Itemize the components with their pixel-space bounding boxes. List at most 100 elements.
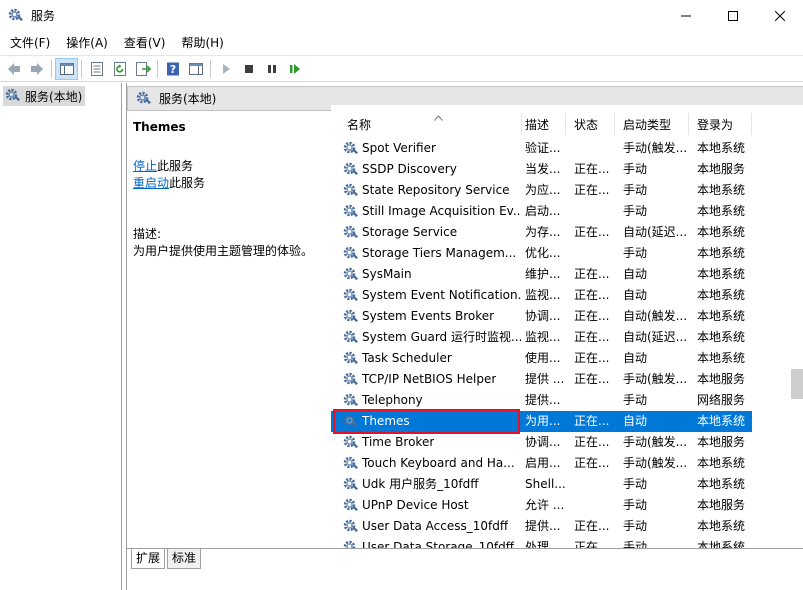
- show-hide-console-tree-button[interactable]: [55, 57, 78, 80]
- service-row[interactable]: Spot Verifier 验证... 手动(触发... 本地系统: [331, 138, 752, 159]
- column-header-log-on-as-label: 登录为: [697, 117, 734, 132]
- column-header-status[interactable]: 状态: [566, 113, 615, 135]
- maximize-button[interactable]: [709, 0, 756, 31]
- service-startup-type: 手动: [623, 477, 648, 491]
- service-startup-type: 手动: [623, 519, 648, 533]
- column-header-description[interactable]: 描述: [517, 113, 566, 135]
- stop-service-button[interactable]: [237, 58, 260, 80]
- scrollbar-thumb[interactable]: [791, 369, 803, 399]
- service-description: 处理...: [525, 540, 561, 548]
- service-row[interactable]: Telephony 提供... 手动 网络服务: [331, 390, 752, 411]
- close-button[interactable]: [756, 0, 803, 31]
- service-status: 正在...: [574, 351, 610, 365]
- service-row[interactable]: TCP/IP NetBIOS Helper 提供 ... 正在... 手动(触发...…: [331, 369, 752, 390]
- service-row[interactable]: User Data Storage_10fdff 处理... 正在... 手动 本地系统: [331, 537, 752, 548]
- refresh-button[interactable]: [108, 58, 131, 80]
- vertical-scrollbar[interactable]: [790, 105, 803, 548]
- service-log-on-as: 本地系统: [697, 414, 746, 428]
- service-row[interactable]: State Repository Service 为应... 正在... 手动 本地系统: [331, 180, 752, 201]
- service-description: 提供...: [525, 393, 561, 407]
- service-startup-type: 自动: [623, 288, 648, 302]
- service-row[interactable]: Still Image Acquisition Ev... 启动... 手动 本地系统: [331, 201, 752, 222]
- service-row[interactable]: Storage Service 为存... 正在... 自动(延迟... 本地系统: [331, 222, 752, 243]
- service-log-on-as: 本地系统: [697, 519, 746, 533]
- show-hide-action-pane-button[interactable]: [184, 58, 207, 80]
- service-gear-icon: [343, 540, 358, 548]
- service-status: 正在...: [574, 456, 610, 470]
- pause-service-button[interactable]: [260, 58, 283, 80]
- service-row[interactable]: Task Scheduler 使用... 正在... 自动 本地系统: [331, 348, 752, 369]
- service-name: System Event Notification...: [362, 288, 521, 302]
- service-name: System Events Broker: [362, 309, 495, 323]
- service-log-on-as: 本地服务: [697, 498, 746, 512]
- service-gear-icon: [343, 183, 358, 196]
- properties-button[interactable]: [85, 58, 108, 80]
- service-name: Telephony: [362, 393, 423, 407]
- service-row[interactable]: SysMain 维护... 正在... 自动 本地系统: [331, 264, 752, 285]
- service-name: UPnP Device Host: [362, 498, 469, 512]
- service-row[interactable]: Time Broker 协调... 正在... 手动(触发... 本地服务: [331, 432, 752, 453]
- menu-help[interactable]: 帮助(H): [173, 31, 231, 55]
- column-header-name-label: 名称: [347, 117, 372, 132]
- service-startup-type: 手动: [623, 246, 648, 260]
- toolbar-separator: [81, 59, 82, 78]
- service-description: 监视...: [525, 330, 561, 344]
- column-header-name[interactable]: 名称: [339, 113, 522, 135]
- service-log-on-as: 本地系统: [697, 456, 746, 470]
- service-status: [574, 495, 618, 516]
- service-row[interactable]: Touch Keyboard and Ha... 启用... 正在... 手动(触发.…: [331, 453, 752, 474]
- minimize-button[interactable]: [662, 0, 709, 31]
- start-service-button[interactable]: [214, 58, 237, 80]
- back-button[interactable]: [2, 58, 25, 80]
- column-header-log-on-as[interactable]: 登录为: [689, 113, 752, 135]
- service-log-on-as: 本地系统: [697, 183, 746, 197]
- service-row[interactable]: Storage Tiers Managem... 优化... 手动 本地系统: [331, 243, 752, 264]
- tab-standard[interactable]: 标准: [167, 549, 202, 569]
- help-button[interactable]: ?: [161, 58, 184, 80]
- service-description: 允许 ...: [525, 498, 565, 512]
- menu-action[interactable]: 操作(A): [58, 31, 116, 55]
- service-name: Task Scheduler: [362, 351, 452, 365]
- service-description: 为应...: [525, 183, 561, 197]
- restart-service-link[interactable]: 重启动: [133, 176, 169, 190]
- export-list-button[interactable]: [131, 58, 154, 80]
- service-name-cell: Time Broker: [343, 432, 521, 453]
- service-name: Udk 用户服务_10fdff: [362, 477, 479, 491]
- service-status: 正在...: [574, 540, 610, 548]
- menu-file[interactable]: 文件(F): [2, 31, 58, 55]
- service-description: 优化...: [525, 246, 561, 260]
- service-row[interactable]: User Data Access_10fdff 提供... 正在... 手动 本地系统: [331, 516, 752, 537]
- service-name: Touch Keyboard and Ha...: [362, 456, 515, 470]
- stop-service-link[interactable]: 停止: [133, 159, 157, 173]
- service-log-on-as: 本地系统: [697, 288, 746, 302]
- column-header-description-label: 描述: [525, 117, 550, 132]
- service-row[interactable]: Udk 用户服务_10fdff Shell... 手动 本地系统: [331, 474, 752, 495]
- service-startup-type: 手动(触发...: [623, 372, 688, 386]
- service-gear-icon: [343, 393, 358, 406]
- service-description: 使用...: [525, 351, 561, 365]
- maximize-icon: [727, 10, 738, 21]
- service-row[interactable]: System Guard 运行时监视... 监视... 正在... 自动(延迟... 本…: [331, 327, 752, 348]
- resume-service-button[interactable]: [283, 58, 306, 80]
- service-row[interactable]: UPnP Device Host 允许 ... 手动 本地服务: [331, 495, 752, 516]
- menu-bar: 文件(F) 操作(A) 查看(V) 帮助(H): [0, 31, 803, 55]
- service-gear-icon: [343, 309, 358, 322]
- service-row[interactable]: System Events Broker 协调... 正在... 自动(触发... 本地…: [331, 306, 752, 327]
- service-name: SSDP Discovery: [362, 162, 457, 176]
- menu-view[interactable]: 查看(V): [116, 31, 174, 55]
- svg-text:?: ?: [169, 63, 175, 76]
- tab-extended[interactable]: 扩展: [131, 549, 166, 569]
- service-log-on-as: 本地系统: [697, 330, 746, 344]
- service-gear-icon: [343, 477, 358, 490]
- service-status: [574, 390, 618, 411]
- service-status: 正在...: [574, 225, 610, 239]
- extended-description-panel: Themes 停止此服务 重启动此服务 描述: 为用户提供使用主题管理的体验。: [127, 112, 331, 548]
- show-hide-action-pane-icon: [188, 62, 203, 75]
- service-row[interactable]: System Event Notification... 监视... 正在... 自动…: [331, 285, 752, 306]
- column-header-startup-type[interactable]: 启动类型: [615, 113, 689, 135]
- forward-button[interactable]: [25, 58, 48, 80]
- service-startup-type: 自动(延迟...: [623, 330, 688, 344]
- tree-node-services-local[interactable]: 服务(本地): [3, 86, 86, 106]
- toolbar-separator: [157, 59, 158, 78]
- service-row[interactable]: SSDP Discovery 当发... 正在... 手动 本地服务: [331, 159, 752, 180]
